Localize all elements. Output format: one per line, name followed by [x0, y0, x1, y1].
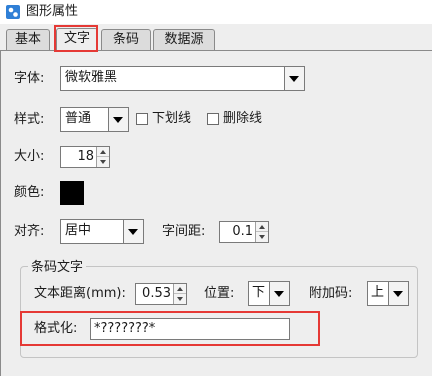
text-distance-increment-button[interactable]: [174, 284, 186, 294]
strikethrough-label: 删除线: [223, 111, 263, 126]
strikethrough-checkbox[interactable]: [207, 113, 219, 125]
addon-dropdown-button[interactable]: [388, 282, 408, 305]
color-label: 颜色:: [14, 185, 45, 200]
arrow-up-icon: [100, 149, 106, 154]
arrow-up-icon: [259, 224, 265, 229]
letter-spacing-spinner[interactable]: 0.1: [219, 221, 269, 243]
tab-basic-label: 基本: [14, 32, 41, 47]
align-dropdown-button[interactable]: [123, 220, 143, 243]
arrow-down-icon: [177, 297, 183, 301]
tab-barcode[interactable]: 条码: [101, 29, 151, 50]
chevron-down-icon: [128, 228, 138, 235]
text-distance-value: 0.53: [142, 286, 171, 301]
font-dropdown-button[interactable]: [284, 67, 304, 90]
size-spinner[interactable]: 18: [60, 146, 110, 168]
position-select[interactable]: 下: [248, 281, 290, 306]
chevron-down-icon: [289, 75, 299, 82]
text-distance-label: 文本距离(mm):: [34, 286, 126, 301]
style-value: 普通: [65, 111, 92, 126]
text-distance-spinner[interactable]: 0.53: [135, 283, 187, 305]
size-value: 18: [77, 149, 94, 164]
align-select[interactable]: 居中: [60, 219, 144, 244]
window-title: 图形属性: [26, 4, 79, 19]
format-highlight-box: [20, 311, 320, 346]
letter-spacing-label: 字间距:: [162, 224, 206, 239]
style-select[interactable]: 普通: [60, 107, 129, 132]
font-select[interactable]: 微软雅黑: [60, 66, 305, 91]
barcode-text-group-title: 条码文字: [28, 259, 87, 277]
tab-barcode-label: 条码: [112, 32, 139, 47]
color-swatch[interactable]: [60, 181, 84, 205]
addon-value: 上: [371, 285, 385, 300]
position-dropdown-button[interactable]: [269, 282, 289, 305]
addon-select[interactable]: 上: [367, 281, 409, 306]
tab-datasource-label: 数据源: [164, 32, 204, 47]
underline-checkbox[interactable]: [136, 113, 148, 125]
letter-spacing-value: 0.1: [232, 224, 253, 239]
title-bar: 图形属性: [0, 0, 432, 24]
underline-label: 下划线: [152, 111, 192, 126]
letter-spacing-increment-button[interactable]: [256, 222, 268, 232]
chevron-down-icon: [113, 116, 123, 123]
position-value: 下: [252, 285, 266, 300]
panel-border: [0, 50, 1, 376]
size-label: 大小:: [14, 149, 45, 164]
letter-spacing-decrement-button[interactable]: [256, 232, 268, 242]
app-icon: [6, 5, 20, 19]
align-value: 居中: [65, 223, 92, 238]
arrow-down-icon: [100, 160, 106, 164]
font-value: 微软雅黑: [65, 70, 118, 85]
align-label: 对齐:: [14, 224, 45, 239]
size-increment-button[interactable]: [97, 147, 109, 157]
font-label: 字体:: [14, 71, 45, 86]
arrow-up-icon: [177, 286, 183, 291]
chevron-down-icon: [393, 290, 403, 297]
arrow-down-icon: [259, 235, 265, 239]
chevron-down-icon: [274, 290, 284, 297]
addon-label: 附加码:: [309, 286, 353, 301]
tab-highlight-box: [54, 25, 98, 52]
style-dropdown-button[interactable]: [108, 108, 128, 131]
size-decrement-button[interactable]: [97, 157, 109, 167]
tab-datasource[interactable]: 数据源: [153, 29, 215, 50]
style-label: 样式:: [14, 112, 45, 127]
text-distance-decrement-button[interactable]: [174, 294, 186, 304]
tab-basic[interactable]: 基本: [6, 29, 50, 50]
position-label: 位置:: [204, 286, 235, 301]
